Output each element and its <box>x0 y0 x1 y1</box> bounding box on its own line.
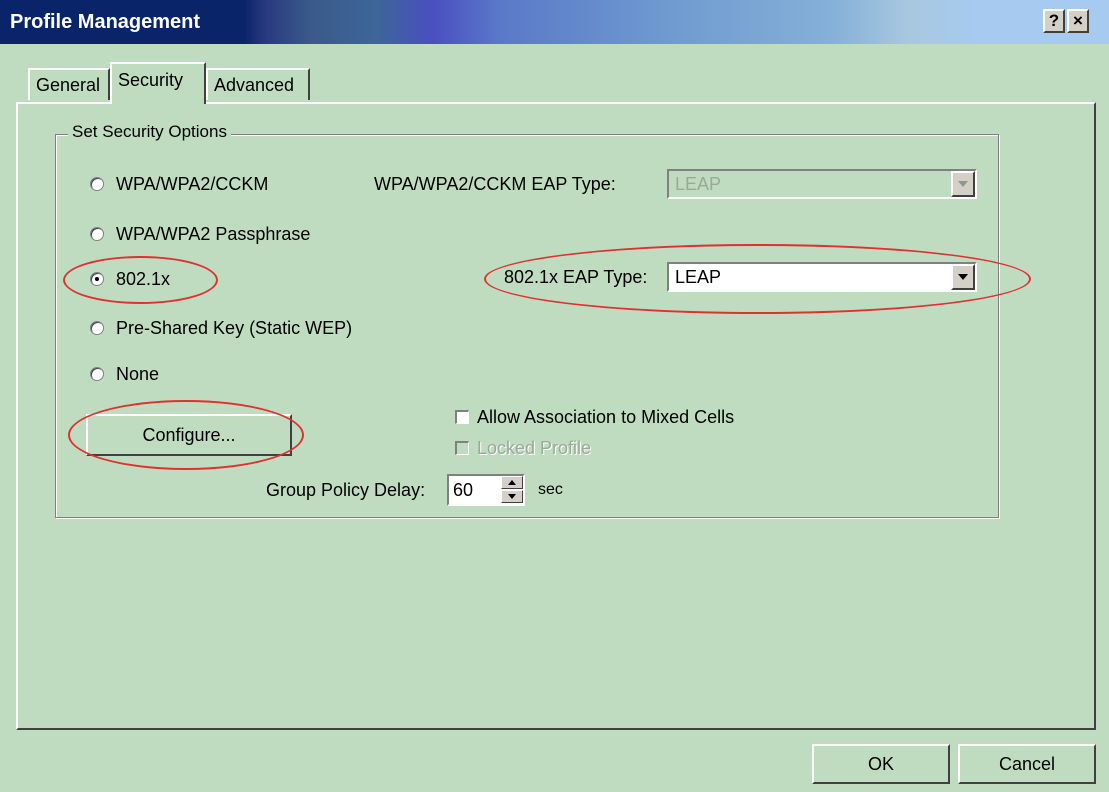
locked-profile-label: Locked Profile <box>477 437 592 458</box>
allow-mixed-cells-label: Allow Association to Mixed Cells <box>477 406 735 427</box>
group-policy-delay-input[interactable]: 60 <box>447 474 525 506</box>
group-policy-delay-unit: sec <box>538 481 563 498</box>
cancel-button-label: Cancel <box>998 754 1056 774</box>
cancel-button[interactable]: Cancel <box>958 744 1096 784</box>
radio-none-label: None <box>116 363 160 384</box>
tab-general-label: General <box>36 75 101 95</box>
locked-profile-checkbox <box>455 441 469 455</box>
dot1x-eap-type-label: 802.1x EAP Type: <box>504 267 648 287</box>
close-button[interactable]: × <box>1067 9 1089 33</box>
dot1x-eap-type-value: LEAP <box>675 267 722 287</box>
radio-wpa-cckm[interactable]: WPA/WPA2/CCKM <box>90 171 268 197</box>
radio-wpa-passphrase-button[interactable] <box>90 227 104 241</box>
wpa-eap-type-label: WPA/WPA2/CCKM EAP Type: <box>374 174 616 194</box>
spin-up-icon[interactable] <box>501 476 523 489</box>
ok-button-label: OK <box>867 754 894 774</box>
allow-mixed-cells-checkbox[interactable] <box>455 410 469 424</box>
group-label: Set Security Options <box>68 122 231 142</box>
radio-wpa-passphrase-label: WPA/WPA2 Passphrase <box>116 223 311 244</box>
group-policy-delay-label: Group Policy Delay: <box>266 480 426 500</box>
locked-profile: Locked Profile <box>455 436 591 460</box>
radio-wpa-cckm-button[interactable] <box>90 177 104 191</box>
tab-security[interactable]: Security <box>110 62 206 104</box>
tab-advanced-label: Advanced <box>214 75 295 95</box>
window-title: Profile Management <box>10 11 201 33</box>
dot1x-eap-type-select[interactable]: LEAP <box>667 262 977 292</box>
configure-button-label: Configure... <box>142 425 236 445</box>
wpa-eap-type-value: LEAP <box>675 174 722 194</box>
radio-psk-static-wep-button[interactable] <box>90 321 104 335</box>
tab-security-label: Security <box>118 70 184 90</box>
radio-none-button[interactable] <box>90 367 104 381</box>
chevron-down-icon[interactable] <box>951 264 975 290</box>
ok-button[interactable]: OK <box>812 744 950 784</box>
radio-psk-static-wep[interactable]: Pre-Shared Key (Static WEP) <box>90 315 352 341</box>
title-bar: Profile Management ? × <box>0 0 1109 44</box>
group-policy-delay-value: 60 <box>453 480 474 500</box>
spin-down-icon[interactable] <box>501 490 523 503</box>
radio-8021x[interactable]: 802.1x <box>90 266 170 292</box>
radio-wpa-passphrase[interactable]: WPA/WPA2 Passphrase <box>90 221 310 247</box>
help-button[interactable]: ? <box>1043 9 1065 33</box>
configure-button[interactable]: Configure... <box>86 414 292 456</box>
chevron-down-icon <box>951 171 975 197</box>
radio-8021x-button[interactable] <box>90 272 104 286</box>
tab-advanced[interactable]: Advanced <box>206 68 310 100</box>
wpa-eap-type-select: LEAP <box>667 169 977 199</box>
tab-general[interactable]: General <box>28 68 110 100</box>
radio-psk-static-wep-label: Pre-Shared Key (Static WEP) <box>116 317 353 338</box>
allow-mixed-cells[interactable]: Allow Association to Mixed Cells <box>455 405 734 429</box>
radio-wpa-cckm-label: WPA/WPA2/CCKM <box>116 173 269 194</box>
radio-8021x-label: 802.1x <box>116 268 171 289</box>
radio-none[interactable]: None <box>90 361 159 387</box>
